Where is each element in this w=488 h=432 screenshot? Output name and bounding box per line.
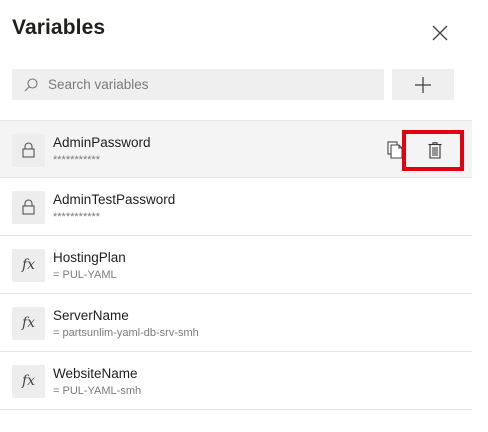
- plus-icon: [415, 77, 431, 93]
- variable-value: ***********: [53, 211, 101, 223]
- variable-name: WebsiteName: [53, 366, 138, 381]
- lock-icon: [22, 142, 35, 158]
- search-input[interactable]: [48, 69, 378, 100]
- fx-icon: fx: [21, 257, 36, 273]
- expression-type-tile: fx: [12, 249, 45, 282]
- variable-name: AdminTestPassword: [53, 192, 176, 207]
- variable-row-servername[interactable]: fx ServerName = partsunlim-yaml-db-srv-s…: [0, 294, 472, 352]
- add-variable-button[interactable]: [392, 69, 454, 100]
- variable-value: = PUL-YAML-smh: [53, 385, 142, 397]
- variable-name: ServerName: [53, 308, 129, 323]
- lock-icon: [22, 199, 35, 215]
- close-button[interactable]: [427, 20, 453, 46]
- variable-value: ***********: [53, 154, 101, 166]
- variable-row-adminpassword[interactable]: AdminPassword ***********: [0, 120, 472, 178]
- variable-value: = partsunlim-yaml-db-srv-smh: [53, 327, 199, 339]
- expression-type-tile: fx: [12, 307, 45, 340]
- variables-panel: Variables AdminPassword: [0, 0, 472, 432]
- fx-icon: fx: [21, 373, 36, 389]
- secret-type-tile: [12, 134, 45, 167]
- trash-icon: [428, 142, 442, 159]
- variable-row-websitename[interactable]: fx WebsiteName = PUL-YAML-smh: [0, 352, 472, 410]
- secret-type-tile: [12, 191, 45, 224]
- search-box[interactable]: [12, 69, 384, 100]
- variable-row-hostingplan[interactable]: fx HostingPlan = PUL-YAML: [0, 236, 472, 294]
- variable-row-admintestpassword[interactable]: AdminTestPassword ***********: [0, 178, 472, 236]
- close-icon: [432, 25, 448, 41]
- delete-button[interactable]: [402, 130, 464, 171]
- variable-name: HostingPlan: [53, 250, 126, 265]
- variable-value: = PUL-YAML: [53, 269, 117, 281]
- panel-title: Variables: [12, 16, 106, 39]
- variable-name: AdminPassword: [53, 135, 151, 150]
- fx-icon: fx: [21, 315, 36, 331]
- search-icon: [24, 78, 38, 92]
- expression-type-tile: fx: [12, 365, 45, 398]
